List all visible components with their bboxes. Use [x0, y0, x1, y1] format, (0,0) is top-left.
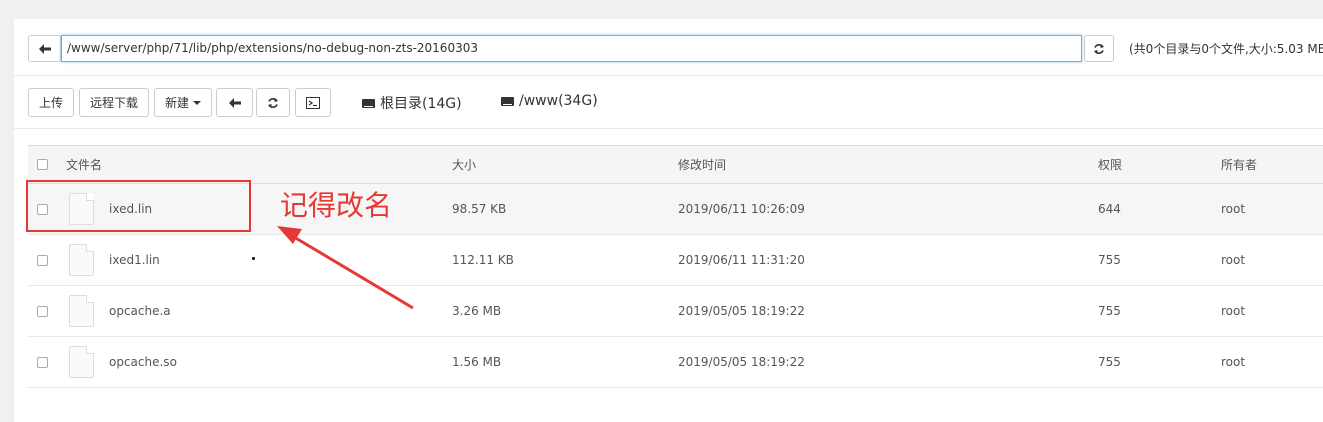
annotation-arrow: [277, 226, 414, 310]
